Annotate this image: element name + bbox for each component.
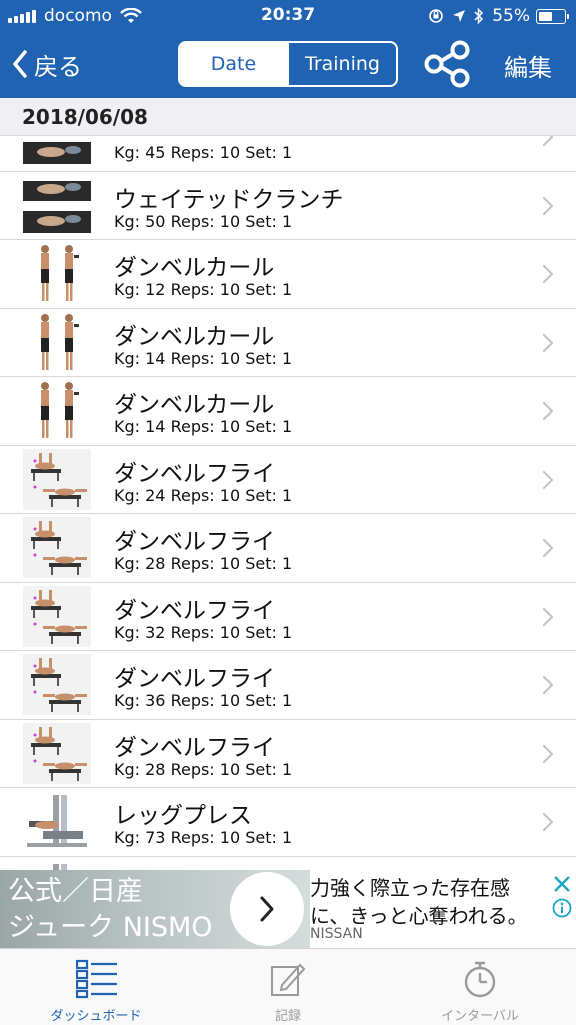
exercise-name: ダンベルフライ bbox=[114, 460, 275, 487]
ad-close-icon[interactable] bbox=[552, 874, 572, 894]
exercise-detail: Kg: 28 Reps: 10 Set: 1 bbox=[114, 759, 293, 779]
exercise-thumbnail bbox=[23, 859, 91, 870]
exercise-thumbnail bbox=[23, 585, 91, 647]
ad-headline: 公式／日産 ジューク NISMO bbox=[8, 874, 213, 946]
exercise-thumbnail bbox=[23, 311, 91, 373]
exercise-detail: Kg: 28 Reps: 10 Set: 1 bbox=[114, 554, 293, 573]
dashboard-icon bbox=[76, 959, 117, 999]
exercise-thumbnail bbox=[23, 791, 91, 852]
status-right: 55% bbox=[428, 6, 569, 26]
rotation-lock-icon bbox=[429, 9, 444, 23]
tab-interval-label: インターバル bbox=[441, 1009, 519, 1024]
location-icon bbox=[453, 10, 466, 22]
workout-row[interactable]: レッグプレス bbox=[0, 857, 576, 870]
back-button[interactable]: 戻る bbox=[12, 44, 82, 84]
disclosure-chevron-icon bbox=[542, 470, 554, 489]
exercise-thumbnail bbox=[23, 654, 91, 715]
workout-row[interactable]: ダンベルフライ Kg: 28 Reps: 10 Set: 1 bbox=[0, 720, 576, 788]
exercise-name: ダンベルフライ bbox=[114, 597, 275, 624]
exercise-name: ダンベルフライ bbox=[114, 666, 275, 692]
exercise-name: ウェイテッドクランチ bbox=[114, 186, 344, 213]
exercise-detail: Kg: 14 Reps: 10 Set: 1 bbox=[114, 417, 293, 436]
workout-row[interactable]: ダンベルフライ Kg: 24 Reps: 10 Set: 1 bbox=[0, 446, 576, 514]
workout-list[interactable]: Kg: 45 Reps: 10 Set: 1 ウェイテッドクランチ Kg: 50 R… bbox=[0, 136, 576, 870]
ad-open-button[interactable] bbox=[230, 872, 304, 946]
date-section-header: 2018/06/08 bbox=[0, 98, 576, 136]
exercise-thumbnail bbox=[23, 380, 91, 441]
disclosure-chevron-icon bbox=[542, 196, 554, 215]
segment-training[interactable]: Training bbox=[287, 43, 396, 85]
disclosure-chevron-icon bbox=[542, 607, 554, 626]
workout-row[interactable]: レッグプレス Kg: 73 Reps: 10 Set: 1 bbox=[0, 788, 576, 857]
exercise-thumbnail bbox=[23, 136, 91, 167]
exercise-detail: Kg: 14 Reps: 10 Set: 1 bbox=[114, 348, 293, 368]
exercise-name: ダンベルカール bbox=[114, 323, 275, 350]
disclosure-chevron-icon bbox=[542, 744, 554, 763]
exercise-detail: Kg: 36 Reps: 10 Set: 1 bbox=[114, 691, 293, 710]
tab-dashboard[interactable]: ダッシュボード bbox=[0, 949, 192, 1025]
ad-info-icon[interactable] bbox=[552, 898, 572, 918]
tab-interval[interactable]: インターバル bbox=[384, 949, 576, 1025]
ad-banner[interactable]: 公式／日産 ジューク NISMO 力強く際立った存在感 に、きっと心奪われる。 … bbox=[0, 870, 576, 948]
exercise-detail: Kg: 32 Reps: 10 Set: 1 bbox=[114, 622, 293, 642]
workout-row[interactable]: ダンベルカール Kg: 14 Reps: 10 Set: 1 bbox=[0, 309, 576, 377]
stopwatch-icon bbox=[464, 961, 496, 998]
exercise-detail: Kg: 73 Reps: 10 Set: 1 bbox=[114, 828, 293, 847]
ad-copy-line1: 力強く際立った存在感 bbox=[310, 876, 510, 900]
date-training-segmented-control: Date Training bbox=[178, 41, 398, 87]
workout-row[interactable]: ダンベルカール Kg: 14 Reps: 10 Set: 1 bbox=[0, 377, 576, 446]
chevron-right-icon bbox=[260, 896, 274, 922]
workout-row[interactable]: Kg: 45 Reps: 10 Set: 1 bbox=[0, 136, 576, 172]
disclosure-chevron-icon bbox=[542, 264, 554, 284]
workout-row[interactable]: ダンベルフライ Kg: 32 Reps: 10 Set: 1 bbox=[0, 583, 576, 651]
workout-row[interactable]: ウェイテッドクランチ Kg: 50 Reps: 10 Set: 1 bbox=[0, 172, 576, 240]
exercise-name: ダンベルカール bbox=[114, 392, 275, 418]
disclosure-chevron-icon bbox=[542, 675, 554, 695]
bluetooth-icon bbox=[474, 8, 484, 24]
tab-record-label: 記録 bbox=[274, 1009, 301, 1024]
exercise-thumbnail bbox=[23, 517, 91, 578]
ad-brand: NISSAN bbox=[310, 926, 363, 942]
workout-row[interactable]: ダンベルフライ Kg: 28 Reps: 10 Set: 1 bbox=[0, 514, 576, 583]
disclosure-chevron-icon bbox=[542, 136, 554, 147]
exercise-detail: Kg: 12 Reps: 10 Set: 1 bbox=[114, 280, 293, 299]
disclosure-chevron-icon bbox=[542, 812, 554, 832]
ad-headline-line1: 公式／日産 bbox=[8, 876, 143, 907]
segment-date[interactable]: Date bbox=[180, 43, 287, 85]
tab-record[interactable]: 記録 bbox=[192, 949, 384, 1025]
tab-bar: ダッシュボード 記録 インターバル bbox=[0, 948, 576, 1025]
exercise-name: ダンベルカール bbox=[114, 255, 275, 281]
exercise-name: ダンベルフライ bbox=[114, 529, 275, 555]
tab-dashboard-label: ダッシュボード bbox=[50, 1009, 142, 1024]
exercise-detail: Kg: 50 Reps: 10 Set: 1 bbox=[114, 211, 293, 231]
workout-row[interactable]: ダンベルフライ Kg: 36 Reps: 10 Set: 1 bbox=[0, 651, 576, 720]
edit-button[interactable]: 編集 bbox=[504, 48, 552, 83]
exercise-detail: Kg: 24 Reps: 10 Set: 1 bbox=[114, 485, 293, 505]
exercise-name: ダンベルフライ bbox=[114, 734, 275, 761]
disclosure-chevron-icon bbox=[542, 401, 554, 421]
disclosure-chevron-icon bbox=[542, 333, 554, 352]
nav-header: docomo 20:37 55% 戻る Date Training 編集 bbox=[0, 0, 576, 98]
ad-headline-line2: ジューク NISMO bbox=[8, 912, 213, 943]
back-label: 戻る bbox=[34, 52, 82, 81]
exercise-thumbnail bbox=[23, 448, 91, 510]
share-icon[interactable] bbox=[422, 38, 474, 90]
disclosure-chevron-icon bbox=[542, 538, 554, 558]
exercise-thumbnail bbox=[23, 243, 91, 304]
battery-icon bbox=[536, 8, 569, 24]
exercise-name: レッグプレス bbox=[114, 803, 252, 829]
exercise-thumbnail bbox=[23, 722, 91, 784]
workout-row[interactable]: ダンベルカール Kg: 12 Reps: 10 Set: 1 bbox=[0, 240, 576, 309]
status-bar: docomo 20:37 55% bbox=[0, 0, 576, 32]
chevron-left-icon bbox=[13, 50, 27, 78]
battery-percent: 55% bbox=[492, 6, 530, 26]
edit-record-icon bbox=[271, 963, 306, 996]
ad-copy: 力強く際立った存在感 に、きっと心奪われる。 bbox=[310, 874, 528, 930]
exercise-detail: Kg: 45 Reps: 10 Set: 1 bbox=[114, 143, 293, 162]
exercise-thumbnail bbox=[23, 174, 91, 236]
